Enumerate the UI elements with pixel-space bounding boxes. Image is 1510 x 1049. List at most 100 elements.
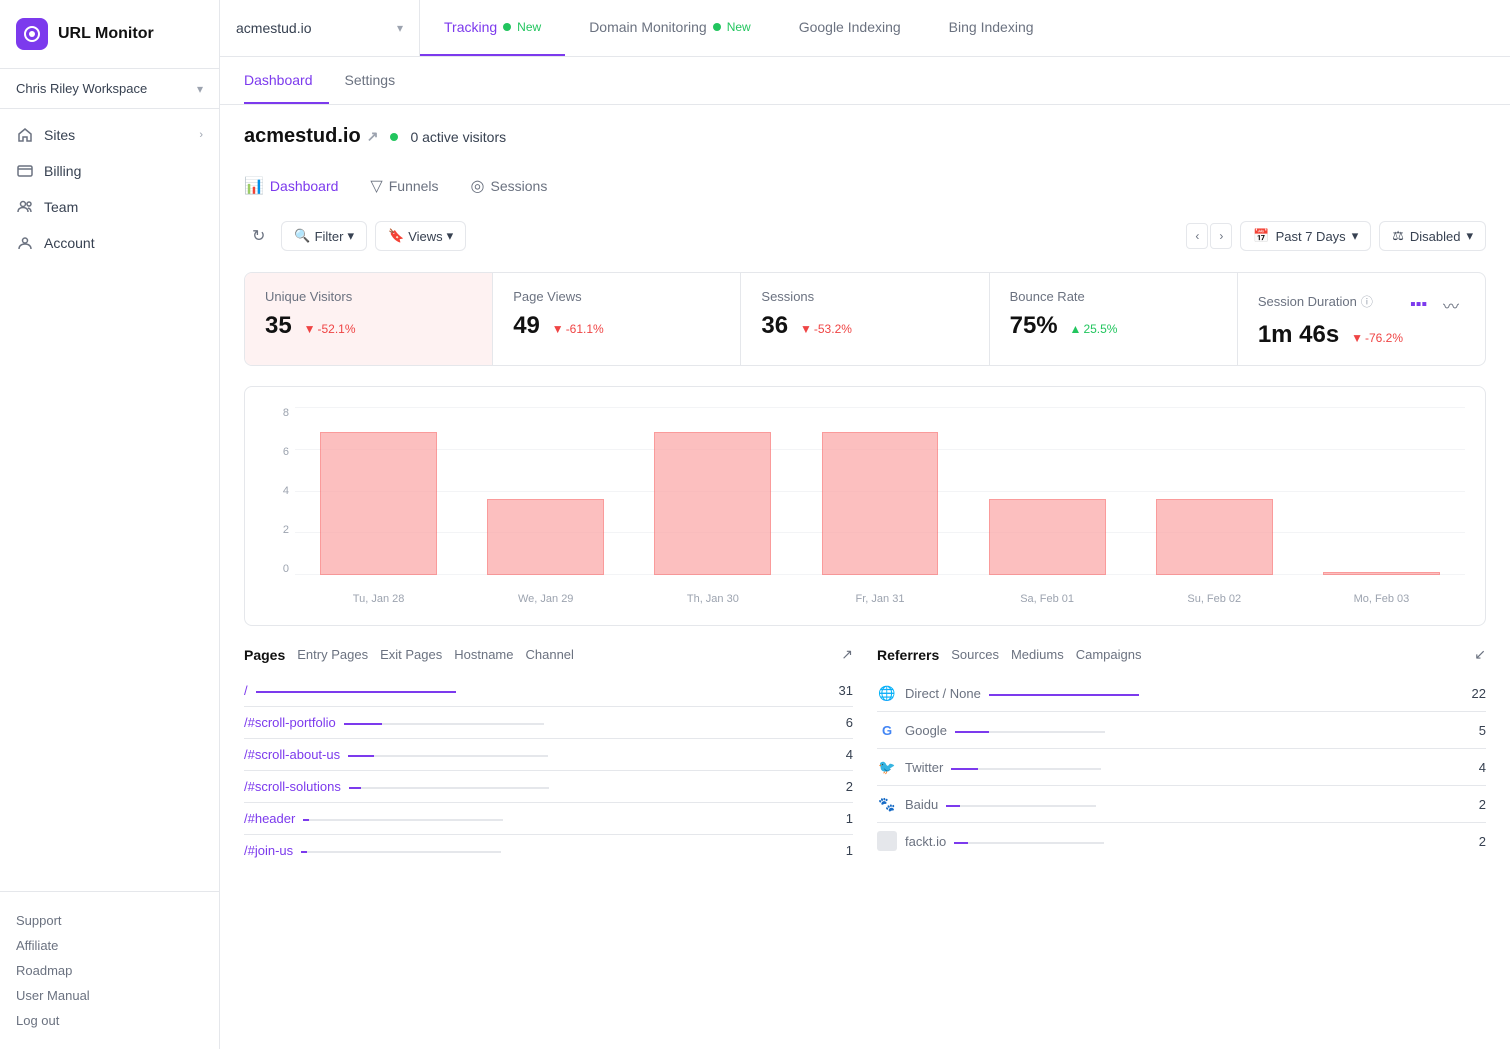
app-logo: URL Monitor [0, 0, 219, 69]
pages-tab-channel[interactable]: Channel [525, 647, 573, 662]
stat-card-session-duration[interactable]: Session Duration ⓘ ▪▪▪ 〰 1m 46s ▼ -76.2% [1238, 273, 1485, 365]
stat-label: Bounce Rate [1010, 289, 1217, 304]
referrers-tab-mediums[interactable]: Mediums [1011, 647, 1064, 662]
new-dot [713, 23, 721, 31]
stat-value: 36 [761, 312, 788, 339]
pages-tab-entry[interactable]: Entry Pages [297, 647, 368, 662]
chart-bar [989, 499, 1106, 575]
analytics-tab-funnels[interactable]: ▽ Funnels [354, 168, 454, 204]
y-label: 4 [265, 485, 289, 497]
x-label: Th, Jan 30 [629, 593, 796, 605]
sidebar-item-sites[interactable]: Sites › [0, 117, 219, 153]
sidebar-item-account[interactable]: Account [0, 225, 219, 261]
disabled-button[interactable]: ⚖ Disabled ▾ [1379, 221, 1486, 251]
tab-bing-indexing[interactable]: Bing Indexing [925, 0, 1058, 56]
table-row: / 31 [244, 675, 853, 707]
stat-value: 49 [513, 312, 540, 339]
site-selector[interactable]: acmestud.io ▾ [220, 0, 420, 56]
bar-group [462, 407, 629, 575]
stat-value-row: 49 ▼ -61.1% [513, 312, 720, 340]
tab-label: Bing Indexing [949, 19, 1034, 35]
refresh-button[interactable]: ↻ [244, 220, 273, 252]
referrers-table-body: 🌐 Direct / None 22 G Google 5 [877, 675, 1486, 859]
sidebar-item-billing[interactable]: Billing [0, 153, 219, 189]
footer-link-roadmap[interactable]: Roadmap [16, 958, 203, 983]
pages-tab-hostname[interactable]: Hostname [454, 647, 513, 662]
pages-table-header: Pages Entry Pages Exit Pages Hostname Ch… [244, 646, 853, 663]
referrers-tab-sources[interactable]: Sources [951, 647, 999, 662]
table-cell-count: 4 [1479, 760, 1486, 775]
google-icon: G [877, 720, 897, 740]
referrers-tab-campaigns[interactable]: Campaigns [1076, 647, 1142, 662]
table-row: G Google 5 [877, 712, 1486, 749]
bar-group [964, 407, 1131, 575]
stat-change: ▼ -61.1% [552, 322, 604, 336]
filter-bar-right: ‹ › 📅 Past 7 Days ▾ ⚖ Disabled ▾ [1186, 221, 1486, 251]
stats-row: Unique Visitors 35 ▼ -52.1% Page Views 4… [244, 272, 1486, 366]
site-name: acmestud.io [244, 125, 361, 148]
stat-card-sessions[interactable]: Sessions 36 ▼ -53.2% [741, 273, 989, 365]
bar-chart-button[interactable]: ▪▪▪ [1404, 292, 1433, 318]
workspace-selector[interactable]: Chris Riley Workspace ▾ [0, 69, 219, 109]
prev-period-button[interactable]: ‹ [1186, 223, 1208, 249]
sub-nav: Dashboard Settings [220, 57, 1510, 105]
table-row: /#scroll-portfolio 6 [244, 707, 853, 739]
chart-type-buttons: ▪▪▪ 〰 [1404, 289, 1465, 321]
bar-group [1298, 407, 1465, 575]
logo-icon [16, 18, 48, 50]
tab-tracking[interactable]: Tracking New [420, 0, 565, 56]
bar-chart-icon: 📊 [244, 176, 264, 196]
chevron-down-icon: ▾ [347, 228, 354, 244]
stat-card-unique-visitors[interactable]: Unique Visitors 35 ▼ -52.1% [245, 273, 493, 365]
footer-link-support[interactable]: Support [16, 908, 203, 933]
tab-google-indexing[interactable]: Google Indexing [775, 0, 925, 56]
nav-tabs: Tracking New Domain Monitoring New Googl… [420, 0, 1510, 56]
analytics-tab-dashboard[interactable]: 📊 Dashboard [244, 168, 354, 204]
expand-icon[interactable]: ↗ [841, 646, 853, 663]
date-range-label: Past 7 Days [1276, 229, 1346, 244]
table-row: /#join-us 1 [244, 835, 853, 866]
workspace-name: Chris Riley Workspace [16, 81, 147, 96]
chart-container: 8 6 4 2 0 [244, 386, 1486, 626]
bar-group [1131, 407, 1298, 575]
sidebar-footer: Support Affiliate Roadmap User Manual Lo… [0, 891, 219, 1049]
analytics-tab-sessions[interactable]: ◎ Sessions [455, 168, 564, 204]
footer-link-user-manual[interactable]: User Manual [16, 983, 203, 1008]
content-area: acmestud.io ↗ 0 active visitors 📊 Dashbo… [220, 105, 1510, 1049]
table-cell-referrer: 🐾 Baidu [877, 794, 1096, 814]
footer-link-logout[interactable]: Log out [16, 1008, 203, 1033]
stat-change: ▼ -52.1% [304, 322, 356, 336]
pages-tab-exit[interactable]: Exit Pages [380, 647, 442, 662]
line-chart-button[interactable]: 〰 [1437, 289, 1465, 321]
table-cell-path: /#scroll-portfolio [244, 715, 544, 730]
chevron-down-icon: ▾ [197, 82, 203, 96]
tab-domain-monitoring[interactable]: Domain Monitoring New [565, 0, 775, 56]
top-nav: acmestud.io ▾ Tracking New Domain Monito… [220, 0, 1510, 57]
tab-label: Google Indexing [799, 19, 901, 35]
expand-icon[interactable]: ↙ [1474, 646, 1486, 663]
chevron-right-icon: › [199, 129, 203, 141]
sidebar-item-label: Billing [44, 163, 81, 179]
stat-label: Page Views [513, 289, 720, 304]
stat-value-row: 35 ▼ -52.1% [265, 312, 472, 340]
chart-bars [295, 407, 1465, 575]
globe-icon: 🌐 [877, 683, 897, 703]
bottom-tables: Pages Entry Pages Exit Pages Hostname Ch… [244, 646, 1486, 866]
y-label: 6 [265, 446, 289, 458]
chart-bar [1323, 572, 1440, 575]
footer-link-affiliate[interactable]: Affiliate [16, 933, 203, 958]
twitter-icon: 🐦 [877, 757, 897, 777]
table-cell-referrer: 🌐 Direct / None [877, 683, 1139, 703]
sub-tab-dashboard[interactable]: Dashboard [244, 57, 329, 104]
external-link-icon[interactable]: ↗ [367, 128, 379, 145]
sidebar-item-team[interactable]: Team [0, 189, 219, 225]
table-cell-referrer: 🐦 Twitter [877, 757, 1101, 777]
views-button[interactable]: 🔖 Views ▾ [375, 221, 466, 251]
table-row: 🌐 Direct / None 22 [877, 675, 1486, 712]
filter-button[interactable]: 🔍 Filter ▾ [281, 221, 367, 251]
date-range-button[interactable]: 📅 Past 7 Days ▾ [1240, 221, 1371, 251]
stat-card-bounce-rate[interactable]: Bounce Rate 75% ▲ 25.5% [990, 273, 1238, 365]
next-period-button[interactable]: › [1210, 223, 1232, 249]
sub-tab-settings[interactable]: Settings [329, 57, 412, 104]
stat-card-page-views[interactable]: Page Views 49 ▼ -61.1% [493, 273, 741, 365]
